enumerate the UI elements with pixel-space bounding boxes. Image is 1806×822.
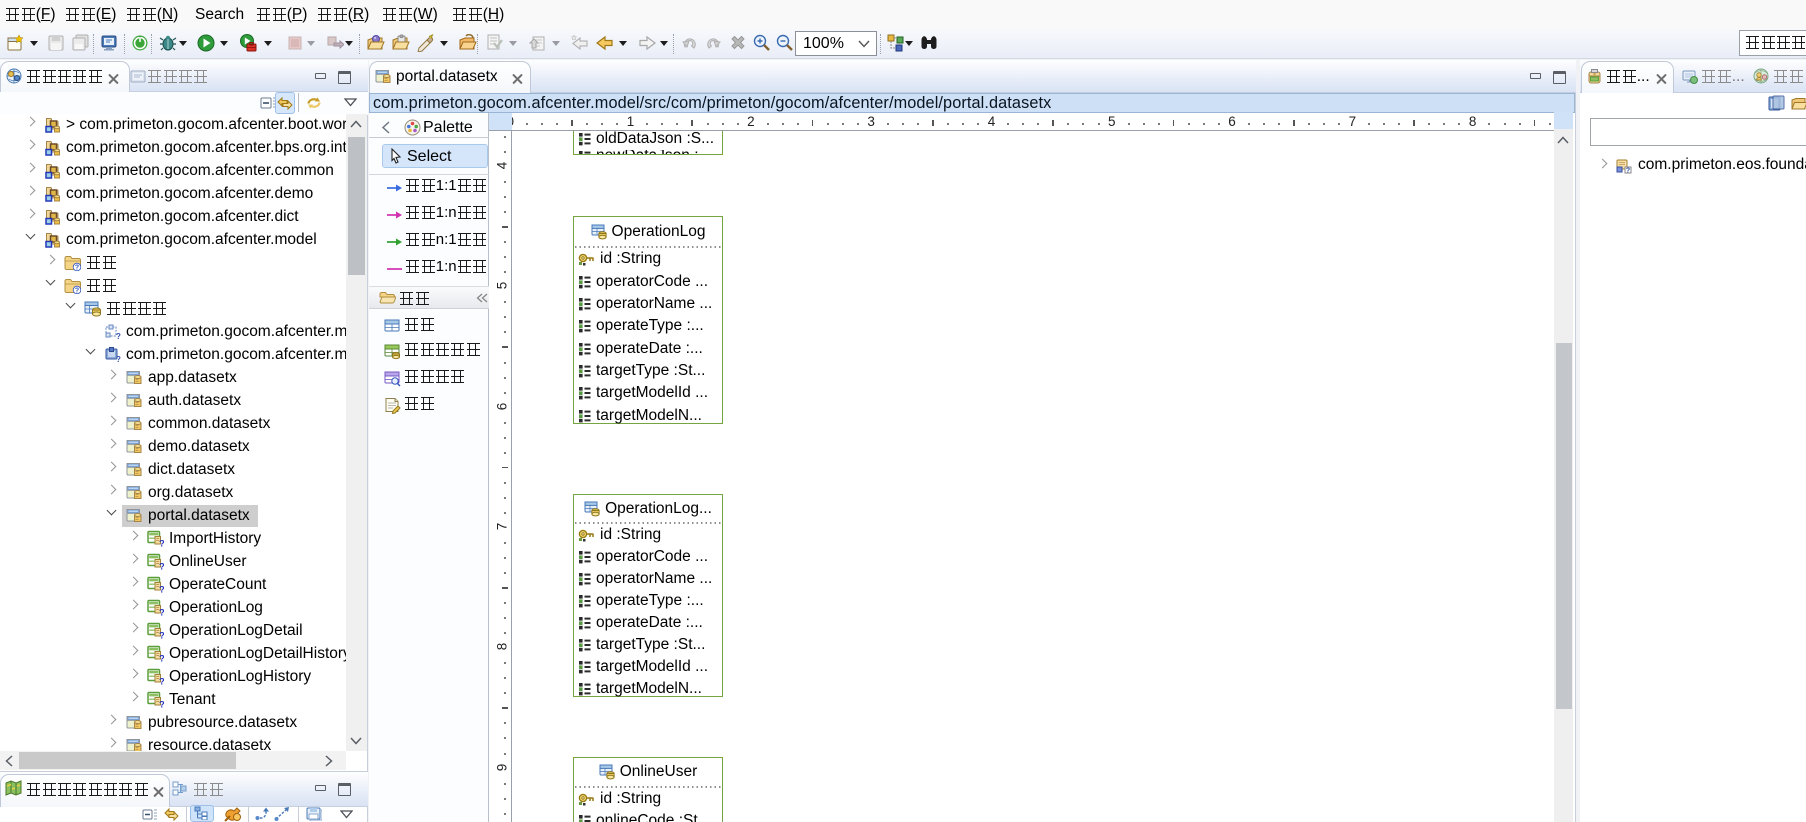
svg-text:?: ? [116, 355, 121, 363]
svg-text:?: ? [116, 332, 121, 340]
svg-text:?: ? [1626, 168, 1630, 175]
svg-text:?: ? [75, 265, 79, 272]
svg-text:?: ? [159, 700, 164, 709]
svg-text:?: ? [159, 539, 164, 548]
svg-text:?: ? [159, 562, 164, 571]
svg-text:?: ? [159, 654, 164, 663]
svg-text:?: ? [159, 585, 164, 594]
svg-text:?: ? [159, 608, 164, 617]
svg-text:?: ? [159, 677, 164, 686]
svg-text:?: ? [75, 288, 79, 295]
svg-text:?: ? [159, 631, 164, 640]
